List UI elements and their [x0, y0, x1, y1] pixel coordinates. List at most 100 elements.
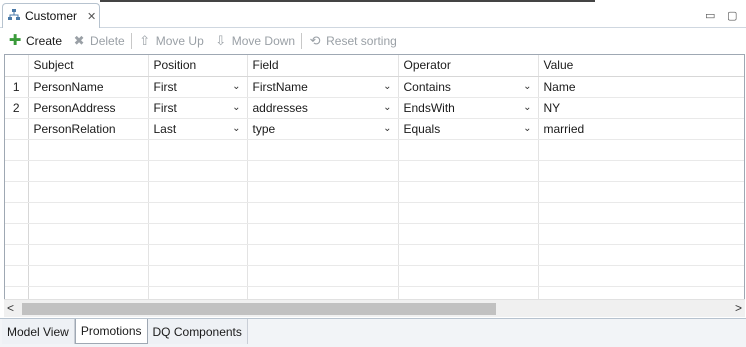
row-number: 2: [5, 97, 29, 119]
empty-cell: [5, 160, 29, 182]
hierarchy-icon: [7, 8, 21, 25]
cell-value[interactable]: NY: [538, 97, 744, 119]
position-value: Last: [153, 121, 177, 136]
cell-value[interactable]: married: [538, 118, 744, 140]
chevron-down-icon[interactable]: ⌄: [383, 81, 391, 92]
create-button[interactable]: ✚ Create: [8, 32, 62, 49]
empty-cell: [28, 265, 149, 287]
field-value: type: [252, 121, 276, 136]
scroll-left-icon[interactable]: <: [7, 301, 14, 315]
chevron-down-icon[interactable]: ⌄: [232, 102, 240, 113]
table-row[interactable]: 1 PersonName First ⌄ FirstName ⌄ Contains ⌄ Name: [5, 76, 744, 98]
minimize-icon[interactable]: ▭: [705, 9, 715, 22]
top-dark-bar: [100, 0, 595, 2]
empty-row: [5, 244, 744, 266]
cell-position[interactable]: First ⌄: [148, 97, 248, 119]
scroll-thumb[interactable]: [22, 303, 496, 315]
grid-body: 1 PersonName First ⌄ FirstName ⌄ Contains ⌄ Name…: [5, 76, 744, 308]
scroll-right-icon[interactable]: >: [735, 301, 742, 315]
position-combo[interactable]: First ⌄: [154, 101, 247, 115]
empty-row: [5, 223, 744, 245]
cell-operator[interactable]: EndsWith ⌄: [398, 97, 539, 119]
empty-cell: [247, 244, 399, 266]
chevron-down-icon[interactable]: ⌄: [523, 81, 531, 92]
empty-row: [5, 265, 744, 287]
chevron-down-icon[interactable]: ⌄: [523, 123, 531, 134]
tab-promotions[interactable]: Promotions: [74, 319, 148, 344]
promotion-grid: Subject Position Field Operator Value 1P…: [4, 54, 745, 317]
tab-customer[interactable]: Customer ✕: [2, 3, 100, 28]
empty-cell: [247, 139, 399, 161]
cell-subject[interactable]: PersonName: [28, 76, 149, 98]
chevron-down-icon[interactable]: ⌄: [383, 123, 391, 134]
position-combo[interactable]: Last ⌄: [154, 122, 247, 136]
operator-combo[interactable]: Contains ⌄: [404, 80, 538, 94]
tab-title: Customer: [25, 9, 78, 23]
empty-cell: [28, 223, 149, 245]
table-row[interactable]: 2 PersonAddress First ⌄ addresses ⌄ EndsWith ⌄ N…: [5, 97, 744, 119]
operator-combo[interactable]: Equals ⌄: [404, 122, 538, 136]
empty-cell: [398, 223, 539, 245]
empty-cell: [398, 160, 539, 182]
cell-position[interactable]: Last ⌄: [148, 118, 248, 140]
bottom-tab-bar: Model View Promotions DQ Components: [0, 318, 746, 347]
cell-subject[interactable]: PersonRelation: [28, 118, 149, 140]
empty-cell: [28, 202, 149, 224]
empty-cell: [538, 202, 744, 224]
move-down-button[interactable]: ⇩ Move Down: [214, 33, 296, 49]
field-combo[interactable]: type ⌄: [253, 122, 398, 136]
operator-combo[interactable]: EndsWith ⌄: [404, 101, 538, 115]
row-number: [5, 118, 29, 140]
plus-icon: ✚: [8, 32, 22, 49]
column-header[interactable]: Value: [538, 55, 744, 77]
header-rownum: [5, 55, 29, 77]
close-icon[interactable]: ✕: [87, 10, 96, 23]
column-header[interactable]: Subject: [28, 55, 149, 77]
table-row[interactable]: PersonRelation Last ⌄ type ⌄ Equals ⌄ married: [5, 118, 744, 140]
column-header[interactable]: Field: [247, 55, 399, 77]
move-up-button[interactable]: ⇧ Move Up: [138, 34, 204, 49]
move-up-label: Move Up: [155, 34, 204, 48]
empty-cell: [398, 202, 539, 224]
cell-value[interactable]: Name: [538, 76, 744, 98]
empty-cell: [247, 181, 399, 203]
cell-subject[interactable]: PersonAddress: [28, 97, 149, 119]
tab-model-view[interactable]: Model View: [2, 319, 75, 344]
chevron-down-icon[interactable]: ⌄: [383, 102, 391, 113]
operator-value: Equals: [403, 121, 441, 136]
cell-operator[interactable]: Equals ⌄: [398, 118, 539, 140]
empty-cell: [148, 265, 248, 287]
chevron-down-icon[interactable]: ⌄: [232, 81, 240, 92]
empty-row: [5, 202, 744, 224]
empty-cell: [148, 244, 248, 266]
position-combo[interactable]: First ⌄: [154, 80, 247, 94]
toolbar-separator: [130, 33, 132, 49]
empty-cell: [5, 181, 29, 203]
empty-cell: [398, 139, 539, 161]
grid-table: Subject Position Field Operator Value 1P…: [5, 55, 744, 308]
operator-value: EndsWith: [403, 100, 455, 115]
field-combo[interactable]: addresses ⌄: [253, 101, 398, 115]
empty-cell: [247, 160, 399, 182]
chevron-down-icon[interactable]: ⌄: [232, 123, 240, 134]
horizontal-scrollbar[interactable]: < >: [4, 299, 745, 317]
maximize-icon[interactable]: ▢: [727, 9, 737, 22]
tab-dq-components[interactable]: DQ Components: [147, 319, 248, 344]
cell-operator[interactable]: Contains ⌄: [398, 76, 539, 98]
arrow-down-icon: ⇩: [215, 33, 227, 48]
reset-sorting-button[interactable]: ⟲ Reset sorting: [308, 34, 397, 49]
cell-field[interactable]: addresses ⌄: [247, 97, 399, 119]
field-value: addresses: [252, 100, 308, 115]
move-down-label: Move Down: [231, 34, 296, 48]
column-header[interactable]: Position: [148, 55, 248, 77]
delete-button[interactable]: ✖ Delete: [72, 34, 125, 49]
column-header[interactable]: Operator: [398, 55, 539, 77]
cell-field[interactable]: FirstName ⌄: [247, 76, 399, 98]
chevron-down-icon[interactable]: ⌄: [523, 102, 531, 113]
cell-field[interactable]: type ⌄: [247, 118, 399, 140]
header-row: Subject Position Field Operator Value: [5, 55, 744, 77]
empty-cell: [28, 160, 149, 182]
field-combo[interactable]: FirstName ⌄: [253, 80, 398, 94]
cell-position[interactable]: First ⌄: [148, 76, 248, 98]
empty-cell: [5, 265, 29, 287]
